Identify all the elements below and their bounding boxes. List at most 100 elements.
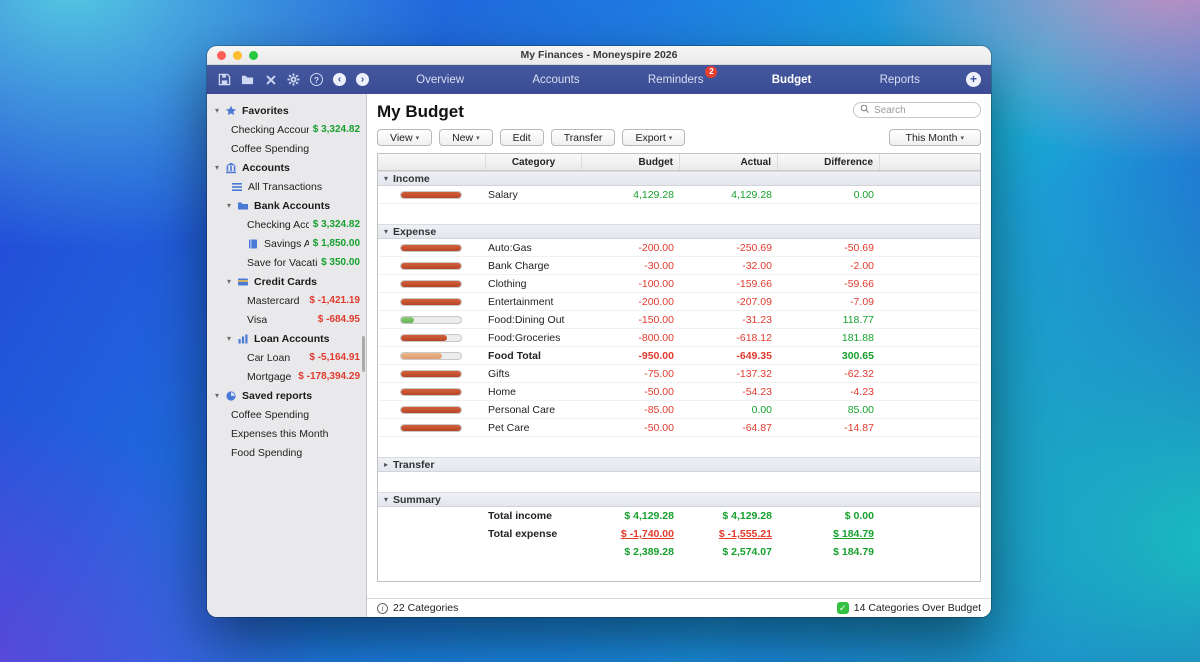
progress-cell (378, 370, 486, 378)
nav-tabs: Overview Accounts Reminders2 Budget Reports (370, 72, 966, 88)
window-title: My Finances - Moneyspire 2026 (207, 46, 991, 65)
new-button[interactable]: New▾ (439, 129, 493, 146)
section-header-transfer[interactable]: ▸Transfer (378, 457, 980, 472)
category-cell: Salary (486, 189, 582, 201)
budget-cell: -100.00 (582, 278, 680, 290)
budget-row-net-total[interactable]: $ 2,389.28$ 2,574.07$ 184.79 (378, 543, 980, 561)
save-icon[interactable] (217, 72, 232, 87)
sidebar-item-expenses-this-month[interactable]: Expenses this Month (207, 424, 366, 443)
navbar: ? ‹ › Overview Accounts Reminders2 Budget Re… (207, 65, 991, 94)
checkbox-checked-icon[interactable]: ✓ (837, 602, 849, 614)
actual-column-header[interactable]: Actual (680, 154, 778, 170)
settings-gear-icon[interactable] (286, 72, 301, 87)
sidebar-item-checking-account[interactable]: Checking Account$ 3,324.82 (207, 120, 366, 139)
budget-row-clothing[interactable]: Clothing-100.00-159.66-59.66 (378, 275, 980, 293)
sidebar-item-food-spending[interactable]: Food Spending (207, 443, 366, 462)
list-icon (231, 181, 244, 193)
search-input[interactable] (874, 105, 974, 116)
open-folder-icon[interactable] (240, 72, 255, 87)
sidebar-label: Coffee Spending (231, 143, 309, 155)
sidebar-item-mortgage[interactable]: Mortgage$ -178,394.29 (207, 367, 366, 386)
section-header-summary[interactable]: ▾Summary (378, 492, 980, 507)
sidebar-item-savings-account[interactable]: Savings Account$ 1,850.00 (207, 234, 366, 253)
nav-tab-budget[interactable]: Budget (766, 72, 818, 88)
nav-tab-accounts[interactable]: Accounts (526, 72, 585, 88)
budget-row-total-expense[interactable]: Total expense$ -1,740.00$ -1,555.21$ 184… (378, 525, 980, 543)
sidebar-group-loan-accounts[interactable]: ▾Loan Accounts (207, 329, 366, 348)
difference-cell: -2.00 (778, 260, 880, 272)
budget-row-food-dining-out[interactable]: Food:Dining Out-150.00-31.23118.77 (378, 311, 980, 329)
budget-row-salary[interactable]: Salary4,129.284,129.280.00 (378, 186, 980, 204)
difference-cell: 118.77 (778, 314, 880, 326)
budget-row-entertainment[interactable]: Entertainment-200.00-207.09-7.09 (378, 293, 980, 311)
sidebar-group-credit-cards[interactable]: ▾Credit Cards (207, 272, 366, 291)
budget-cell: -200.00 (582, 296, 680, 308)
view-button[interactable]: View▾ (377, 129, 432, 146)
budget-row-bank-charge[interactable]: Bank Charge-30.00-32.00-2.00 (378, 257, 980, 275)
budget-cell: -50.00 (582, 422, 680, 434)
sidebar-group-saved-reports[interactable]: ▾Saved reports (207, 386, 366, 405)
period-button[interactable]: This Month▾ (889, 129, 981, 146)
nav-tab-reminders[interactable]: Reminders2 (642, 72, 710, 88)
progress-fill (401, 335, 447, 341)
sidebar-label: Credit Cards (254, 276, 317, 288)
difference-column-header[interactable]: Difference (778, 154, 880, 170)
button-label: Export (635, 132, 665, 144)
category-cell: Food Total (486, 350, 582, 362)
difference-cell: 181.88 (778, 332, 880, 344)
budget-cell: $ 4,129.28 (582, 510, 680, 522)
sidebar-item-save-for-vacati[interactable]: Save for Vacati...$ 350.00 (207, 253, 366, 272)
sidebar-group-bank-accounts[interactable]: ▾Bank Accounts (207, 196, 366, 215)
nav-tab-overview[interactable]: Overview (410, 72, 470, 88)
budget-row-food-total[interactable]: Food Total-950.00-649.35300.65 (378, 347, 980, 365)
window-titlebar[interactable]: My Finances - Moneyspire 2026 (207, 46, 991, 65)
sidebar-item-checking-account[interactable]: Checking Account$ 3,324.82 (207, 215, 366, 234)
actual-cell: -207.09 (680, 296, 778, 308)
help-icon[interactable]: ? (309, 72, 324, 87)
progress-cell (378, 316, 486, 324)
export-button[interactable]: Export▾ (622, 129, 685, 146)
sidebar-group-favorites[interactable]: ▾Favorites (207, 101, 366, 120)
budget-row-auto-gas[interactable]: Auto:Gas-200.00-250.69-50.69 (378, 239, 980, 257)
budget-table: Category Budget Actual Difference ▾Incom… (377, 153, 981, 582)
budget-row-personal-care[interactable]: Personal Care-85.000.0085.00 (378, 401, 980, 419)
sidebar-item-all-transactions[interactable]: All Transactions (207, 177, 366, 196)
category-cell: Clothing (486, 278, 582, 290)
progress-cell (378, 244, 486, 252)
sidebar-group-accounts[interactable]: ▾Accounts (207, 158, 366, 177)
sidebar-label: Checking Account (247, 219, 309, 231)
category-cell: Entertainment (486, 296, 582, 308)
sidebar-label: Savings Account (264, 238, 309, 250)
sidebar-item-coffee-spending[interactable]: Coffee Spending (207, 405, 366, 424)
transfer-button[interactable]: Transfer (551, 129, 616, 146)
difference-cell: -7.09 (778, 296, 880, 308)
budget-row-pet-care[interactable]: Pet Care-50.00-64.87-14.87 (378, 419, 980, 437)
budget-row-food-groceries[interactable]: Food:Groceries-800.00-618.12181.88 (378, 329, 980, 347)
budget-row-total-income[interactable]: Total income$ 4,129.28$ 4,129.28$ 0.00 (378, 507, 980, 525)
difference-cell: $ 184.79 (778, 528, 880, 540)
budget-row-gifts[interactable]: Gifts-75.00-137.32-62.32 (378, 365, 980, 383)
edit-button[interactable]: Edit (500, 129, 544, 146)
section-header-expense[interactable]: ▾Expense (378, 224, 980, 239)
sidebar-label: Mastercard (247, 295, 300, 307)
sidebar-item-visa[interactable]: Visa$ -684.95 (207, 310, 366, 329)
nav-tab-reports[interactable]: Reports (874, 72, 926, 88)
tools-icon[interactable] (263, 72, 278, 87)
bank-icon (225, 162, 238, 174)
sidebar-item-mastercard[interactable]: Mastercard$ -1,421.19 (207, 291, 366, 310)
budget-cell: -75.00 (582, 368, 680, 380)
category-column-header[interactable]: Category (486, 154, 582, 170)
budget-column-header[interactable]: Budget (582, 154, 680, 170)
sidebar-item-coffee-spending[interactable]: Coffee Spending (207, 139, 366, 158)
back-icon[interactable]: ‹ (332, 72, 347, 87)
forward-icon[interactable]: › (355, 72, 370, 87)
category-cell: Gifts (486, 368, 582, 380)
search-box[interactable] (853, 102, 981, 118)
budget-row-home[interactable]: Home-50.00-54.23-4.23 (378, 383, 980, 401)
sidebar-scrollbar[interactable] (362, 336, 365, 372)
section-name: Expense (393, 226, 436, 238)
chevron-down-icon: ▾ (384, 495, 388, 504)
section-header-income[interactable]: ▾Income (378, 171, 980, 186)
sidebar-item-car-loan[interactable]: Car Loan$ -5,164.91 (207, 348, 366, 367)
add-button[interactable]: + (966, 72, 981, 87)
